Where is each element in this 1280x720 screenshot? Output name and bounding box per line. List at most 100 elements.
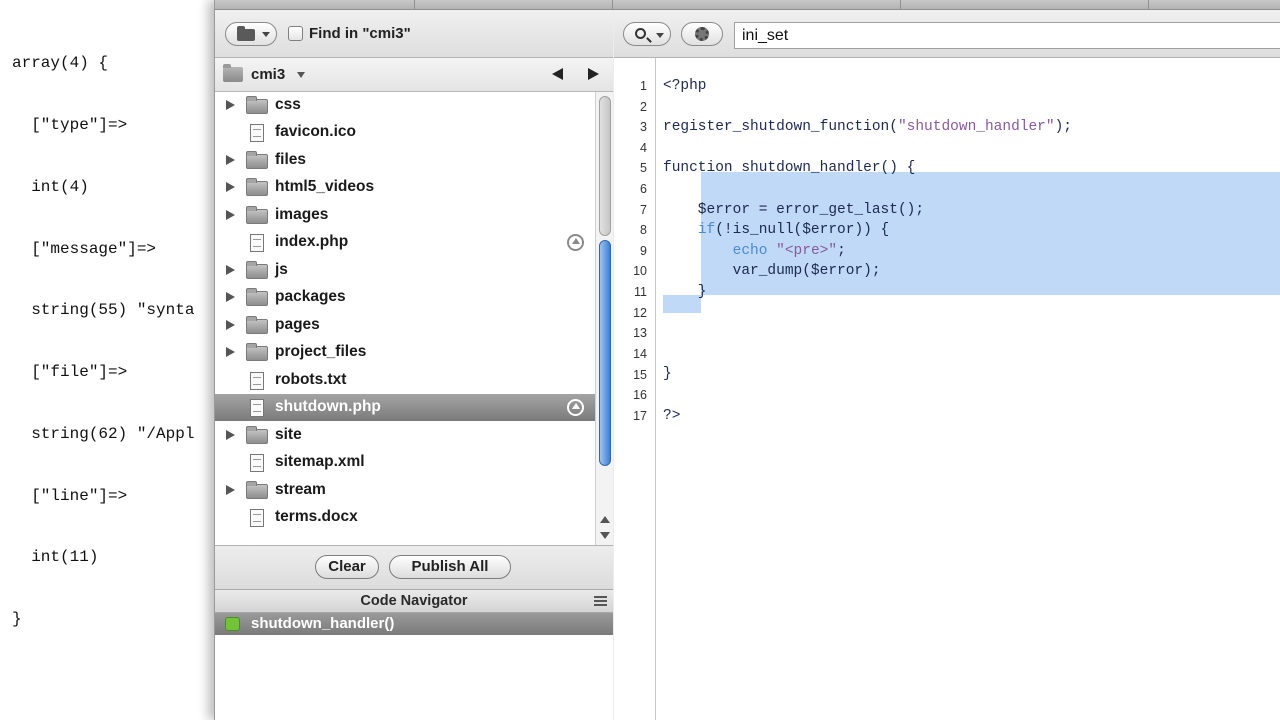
current-folder-name[interactable]: cmi3 [251, 66, 285, 83]
file-name: shutdown.php [275, 398, 381, 415]
forward-arrow-icon[interactable] [588, 68, 599, 80]
folder-icon [237, 26, 255, 41]
file-list-item[interactable]: pages [215, 312, 595, 339]
file-list-item[interactable]: packages [215, 284, 595, 311]
code-navigator-item[interactable]: shutdown_handler() [215, 613, 613, 635]
disclosure-triangle-icon[interactable] [226, 485, 235, 495]
search-input[interactable]: ini_set [734, 22, 1280, 49]
chevron-down-icon [656, 33, 664, 38]
line-number: 15 [633, 368, 647, 382]
keyword: if [697, 222, 716, 238]
files-panel: Find in "cmi3" cmi3 css favicon.ico file [215, 10, 613, 720]
file-list-item[interactable]: site [215, 422, 595, 449]
file-list-item[interactable]: favicon.ico [215, 119, 595, 146]
find-in-checkbox[interactable] [288, 26, 303, 41]
file-name: stream [275, 481, 326, 498]
disclosure-triangle-icon[interactable] [226, 210, 235, 220]
code-line: if(!is_null($error)) { [697, 222, 890, 238]
folder-icon [246, 316, 268, 334]
disclosure-triangle-icon[interactable] [226, 320, 235, 330]
menu-icon[interactable] [594, 596, 607, 606]
output-line: string(55) "synta [12, 301, 195, 320]
file-name: robots.txt [275, 371, 347, 388]
search-menu-button[interactable] [623, 22, 671, 46]
document-tab[interactable] [901, 0, 1149, 10]
scroll-down-arrow-icon[interactable] [600, 532, 610, 539]
output-line: ["message"]=> [12, 239, 157, 258]
file-list-item[interactable]: stream [215, 477, 595, 504]
document-tab[interactable] [215, 0, 415, 10]
folder-selector-bar: cmi3 [215, 58, 613, 92]
disclosure-triangle-icon[interactable] [226, 430, 235, 440]
file-list-item[interactable]: files [215, 147, 595, 174]
scroll-up-arrow-icon[interactable] [600, 516, 610, 523]
line-number: 9 [640, 244, 647, 258]
file-list-item[interactable]: js [215, 257, 595, 284]
file-list-item[interactable]: sitemap.xml [215, 449, 595, 476]
clear-button[interactable]: Clear [315, 555, 379, 579]
file-icon [250, 124, 264, 142]
output-line: ["line"]=> [12, 486, 128, 505]
code-line: <?php [663, 78, 707, 94]
browser-output: array(4) { ["type"]=> int(4) ["message"]… [0, 0, 230, 720]
publish-all-button[interactable]: Publish All [389, 555, 511, 579]
folder-icon [223, 64, 243, 82]
editor-toolbar: ini_set [614, 10, 1280, 58]
line-number: 8 [640, 223, 647, 237]
php-file-icon [250, 399, 264, 417]
line-number: 7 [640, 203, 647, 217]
line-number: 5 [640, 161, 647, 175]
document-tab[interactable] [1149, 0, 1280, 10]
disclosure-triangle-icon[interactable] [226, 292, 235, 302]
disclosure-triangle-icon[interactable] [226, 265, 235, 275]
upload-icon[interactable] [567, 234, 584, 251]
document-tab[interactable] [415, 0, 613, 10]
code-navigator-header: Code Navigator [215, 589, 613, 613]
string-literal: "shutdown_handler" [897, 119, 1055, 135]
back-arrow-icon[interactable] [552, 68, 563, 80]
file-name: site [275, 426, 302, 443]
gear-button[interactable] [681, 22, 723, 46]
folder-icon [246, 96, 268, 114]
scrollbar-thumb[interactable] [599, 240, 611, 466]
disclosure-triangle-icon[interactable] [226, 182, 235, 192]
find-in-label: Find in "cmi3" [309, 25, 411, 42]
file-list-item[interactable]: project_files [215, 339, 595, 366]
file-list-item[interactable]: index.php [215, 229, 595, 256]
file-list-item[interactable]: css [215, 92, 595, 119]
line-number-gutter: 1 2 3 4 5 6 7 8 9 10 11 12 13 14 15 16 1… [614, 58, 656, 720]
file-name: html5_videos [275, 178, 375, 195]
file-list-item[interactable]: terms.docx [215, 504, 595, 531]
code-navigator-title: Code Navigator [360, 593, 468, 609]
folder-icon [246, 426, 268, 444]
output-line: } [12, 610, 22, 629]
file-name: files [275, 151, 307, 168]
disclosure-triangle-icon[interactable] [226, 155, 235, 165]
file-list-item-selected[interactable]: shutdown.php [215, 394, 595, 421]
upload-icon[interactable] [567, 399, 584, 416]
files-button-bar: Clear Publish All [215, 545, 613, 589]
code-line: function shutdown_handler() { [663, 160, 916, 176]
line-number: 4 [640, 141, 647, 155]
folder-icon [246, 343, 268, 361]
output-line: int(4) [12, 177, 89, 196]
xml-file-icon [250, 454, 264, 472]
line-number: 6 [640, 182, 647, 196]
folder-icon [246, 178, 268, 196]
document-tab[interactable] [613, 0, 901, 10]
folder-icon [246, 206, 268, 224]
file-list-item[interactable]: images [215, 202, 595, 229]
folder-menu-button[interactable] [225, 22, 277, 46]
ide-window: Find in "cmi3" cmi3 css favicon.ico file [214, 0, 1280, 720]
disclosure-triangle-icon[interactable] [226, 100, 235, 110]
line-number: 1 [640, 79, 647, 93]
code-text-area[interactable]: <?php register_shutdown_function("shutdo… [657, 58, 1280, 720]
file-list-item[interactable]: html5_videos [215, 174, 595, 201]
file-list-scrollbar[interactable] [595, 92, 613, 545]
code-editor: ini_set 1 2 3 4 5 6 7 8 9 10 11 12 13 14… [614, 10, 1280, 720]
file-list-item[interactable]: robots.txt [215, 367, 595, 394]
chevron-down-icon[interactable] [297, 72, 305, 78]
disclosure-triangle-icon[interactable] [226, 347, 235, 357]
scrollbar-track [599, 96, 611, 236]
gear-icon [695, 27, 709, 41]
